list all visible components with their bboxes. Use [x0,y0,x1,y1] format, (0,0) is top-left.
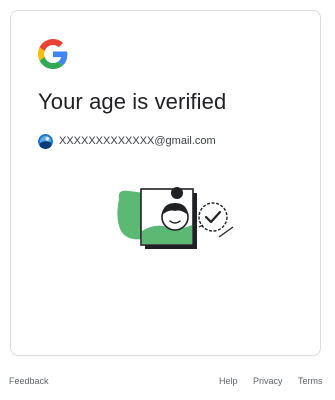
page-title: Your age is verified [38,89,227,114]
privacy-link[interactable]: Privacy [253,376,283,386]
terms-link[interactable]: Terms [298,376,323,386]
avatar-icon [38,133,53,149]
account-email: XXXXXXXXXXXXX@gmail.com [59,135,216,147]
footer: Feedback Help Privacy Terms [0,374,335,390]
google-logo-icon [38,39,68,69]
verification-card: Your age is verified XXXXXXXXXXXXX@gmail… [10,10,321,356]
age-verified-illustration-icon [117,187,234,249]
feedback-link[interactable]: Feedback [9,376,49,386]
help-link[interactable]: Help [219,376,238,386]
account-chip: XXXXXXXXXXXXX@gmail.com [38,132,216,150]
